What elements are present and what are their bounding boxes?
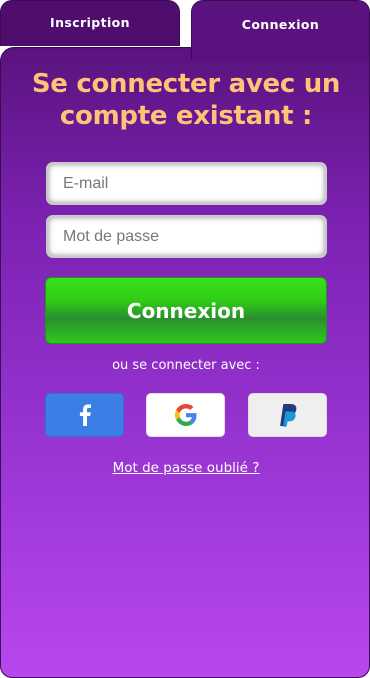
connexion-button-label: Connexion — [126, 298, 246, 323]
alt-login-text: ou se connecter avec : — [112, 358, 260, 373]
login-title: Se connecter avec un compte existant : — [31, 69, 341, 131]
email-field[interactable] — [46, 162, 327, 205]
tab-inscription[interactable]: Inscription — [0, 0, 180, 46]
tab-connexion[interactable]: Connexion — [191, 0, 370, 60]
forgot-password-link[interactable]: Mot de passe oublié ? — [1, 460, 370, 476]
facebook-login-button[interactable] — [45, 393, 124, 437]
connexion-button[interactable]: Connexion — [45, 277, 327, 344]
paypal-icon — [279, 404, 296, 427]
login-panel: Se connecter avec un compte existant : C… — [0, 47, 370, 678]
login-widget: Inscription Connexion Se connecter avec … — [0, 0, 370, 678]
tab-connexion-label: Connexion — [241, 17, 320, 32]
password-field[interactable] — [46, 215, 327, 258]
paypal-login-button[interactable] — [248, 393, 327, 437]
google-icon — [174, 404, 197, 426]
facebook-icon — [79, 404, 91, 426]
tab-inscription-label: Inscription — [50, 15, 130, 30]
google-login-button[interactable] — [146, 393, 225, 437]
